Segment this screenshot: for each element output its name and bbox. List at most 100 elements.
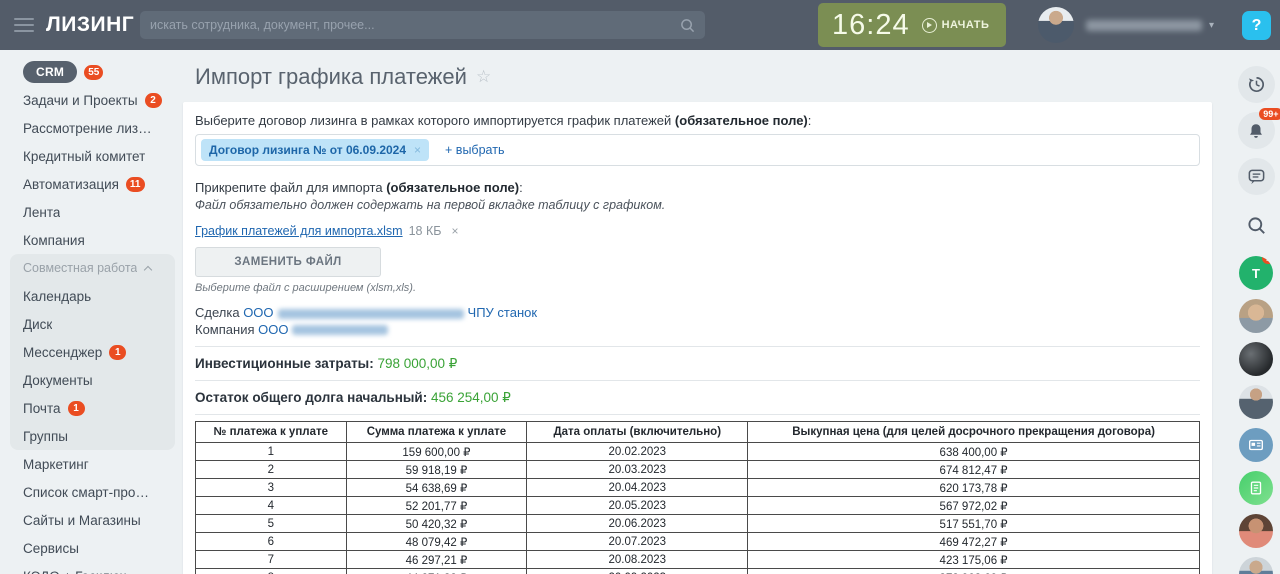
table-cell: 20.03.2023 [527,461,748,479]
chat-avatar-card-icon[interactable] [1239,428,1273,462]
sidebar-item[interactable]: Почта1 [10,394,175,422]
sidebar-item[interactable]: Календарь [10,282,175,310]
debt-rest-row: Остаток общего долга начальный: 456 254,… [195,390,1200,406]
table-cell: 6 [196,533,347,551]
user-avatar[interactable] [1038,7,1074,43]
table-cell: 1 [196,443,347,461]
table-cell: 674 812,47 ₽ [748,461,1200,479]
sidebar-badge: 55 [84,65,103,80]
chat-icon[interactable] [1238,158,1275,195]
user-name-blurred[interactable] [1086,20,1202,31]
sidebar-item[interactable]: Лента [0,198,183,226]
investment-row: Инвестиционные затраты: 798 000,00 ₽ [195,356,1200,372]
import-card: Выберите договор лизинга в рамках которо… [183,102,1212,574]
chip-close-icon[interactable]: × [414,143,421,157]
chat-avatar-photo-1[interactable] [1239,299,1273,333]
file-extension-hint: Выберите файл с расширением (xlsm,xls). [195,282,1200,294]
table-row: 452 201,77 ₽20.05.2023567 972,02 ₽ [196,497,1200,515]
table-cell: 59 918,19 ₽ [346,461,527,479]
search-icon[interactable] [680,18,695,33]
sidebar-item[interactable]: Список смарт-процессов [0,478,183,506]
sidebar-item[interactable]: Автоматизация11 [0,170,183,198]
contract-select-label: Выберите договор лизинга в рамках которо… [195,113,1200,128]
table-cell: 20.06.2023 [527,515,748,533]
chat-avatar-photo-2[interactable] [1239,342,1273,376]
sidebar-item[interactable]: Мессенджер1 [10,338,175,366]
sidebar-badge: 11 [126,177,145,192]
top-bar: ЛИЗИНГ 24 ⇅ 16:24 НАЧАТЬ ▾ ? [0,0,1280,50]
file-link[interactable]: График платежей для импорта.xlsm [195,224,403,238]
table-header-cell: Дата оплаты (включительно) [527,422,748,443]
table-cell: 5 [196,515,347,533]
work-timer[interactable]: 16:24 НАЧАТЬ [818,3,1006,47]
right-rail: 99+ T 1 АА ВЧ [1232,50,1280,574]
history-icon[interactable] [1238,66,1275,103]
divider [195,414,1200,415]
chat-avatar-t-badge: 1 [1262,256,1273,264]
sidebar-item[interactable]: Кредитный комитет [0,142,183,170]
payments-table: № платежа к уплатеСумма платежа к уплате… [195,421,1200,574]
chat-avatar-photo-5[interactable] [1239,557,1273,574]
sidebar-item[interactable]: Компания [0,226,183,254]
sidebar-item[interactable]: Диск [10,310,175,338]
timer-time: 16:24 [832,9,910,42]
help-button[interactable]: ? [1242,11,1271,40]
table-cell: 2 [196,461,347,479]
file-remove-icon[interactable]: × [451,224,458,238]
table-cell: 20.09.2023 [527,569,748,574]
notifications-bell-icon[interactable]: 99+ [1238,112,1275,149]
replace-file-button[interactable]: ЗАМЕНИТЬ ФАЙЛ [195,247,381,277]
sidebar-item[interactable]: Сервисы [0,534,183,562]
table-cell: 20.07.2023 [527,533,748,551]
sidebar-item[interactable]: КЭДО + Госключ [0,562,183,574]
contract-chip[interactable]: Договор лизинга № от 06.09.2024 × [201,139,429,161]
add-contract-link[interactable]: + выбрать [445,143,504,157]
table-header-cell: Сумма платежа к уплате [346,422,527,443]
sidebar-badge: 1 [68,401,85,416]
chat-avatar-doc-icon[interactable] [1239,471,1273,505]
sidebar-item[interactable]: Маркетинг [0,450,183,478]
table-cell: 52 201,77 ₽ [346,497,527,515]
sidebar-item[interactable]: Сайты и Магазины [0,506,183,534]
chat-avatar-photo-3[interactable] [1239,385,1273,419]
table-cell: 46 297,21 ₽ [346,551,527,569]
page-title: Импорт графика платежей [195,64,467,90]
table-header-cell: № платежа к уплате [196,422,347,443]
sidebar-item[interactable]: Группы [10,422,175,450]
table-cell: 20.08.2023 [527,551,748,569]
payments-table-body: 1159 600,00 ₽20.02.2023638 400,00 ₽259 9… [196,443,1200,574]
table-cell: 638 400,00 ₽ [748,443,1200,461]
table-cell: 7 [196,551,347,569]
table-cell: 50 420,32 ₽ [346,515,527,533]
sidebar-menu: CRM55Задачи и Проекты2Рассмотрение лизин… [0,50,183,574]
sidebar-item[interactable]: Задачи и Проекты2 [0,86,183,114]
sidebar-item[interactable]: Рассмотрение лизингово... [0,114,183,142]
favorite-star-icon[interactable]: ☆ [476,67,491,87]
sidebar-item[interactable]: Совместная работа [10,254,175,282]
sidebar-badge: 2 [145,93,162,108]
table-cell: 20.04.2023 [527,479,748,497]
chat-avatar-t[interactable]: T 1 [1239,256,1273,290]
chat-avatar-photo-4[interactable] [1239,514,1273,548]
contract-select-field[interactable]: Договор лизинга № от 06.09.2024 × + выбр… [195,134,1200,166]
table-cell: 8 [196,569,347,574]
user-menu-caret-icon[interactable]: ▾ [1209,20,1214,31]
table-cell: 20.05.2023 [527,497,748,515]
company-line: Компания ООО [195,322,1200,339]
deal-link[interactable]: ОООЧПУ станок [243,305,537,320]
timer-start-button[interactable]: НАЧАТЬ [922,18,990,33]
investment-value: 798 000,00 ₽ [377,356,457,371]
rail-search-icon[interactable] [1238,207,1275,244]
table-cell: 48 079,42 ₽ [346,533,527,551]
menu-icon[interactable] [14,18,34,32]
company-name-blurred [292,325,388,335]
divider [195,346,1200,347]
global-search[interactable] [140,11,705,39]
sidebar-item[interactable]: CRM55 [0,58,183,86]
table-cell: 378 903,69 ₽ [748,569,1200,574]
search-input[interactable] [150,18,680,32]
table-cell: 469 472,27 ₽ [748,533,1200,551]
chevron-up-icon [144,265,152,273]
company-link[interactable]: ООО [258,322,392,337]
sidebar-item[interactable]: Документы [10,366,175,394]
